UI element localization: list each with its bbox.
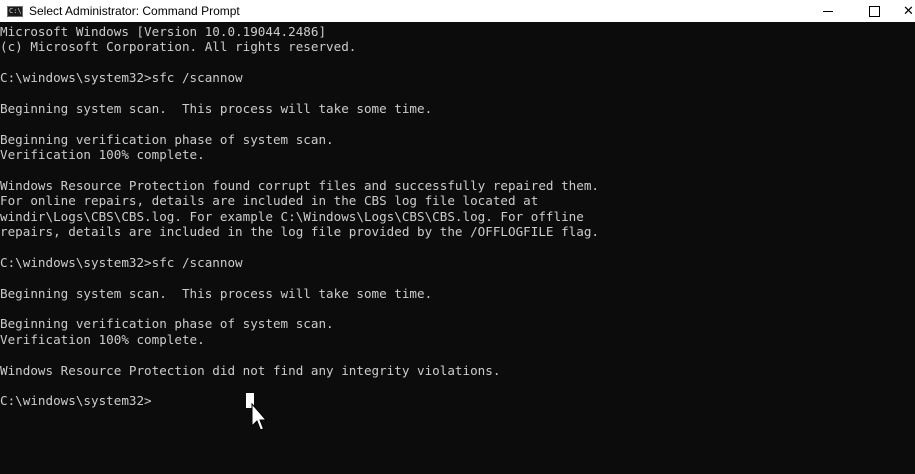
- console-line: Microsoft Windows [Version 10.0.19044.24…: [0, 24, 327, 39]
- console-output[interactable]: Microsoft Windows [Version 10.0.19044.24…: [0, 24, 915, 474]
- console-line: (c) Microsoft Corporation. All rights re…: [0, 39, 357, 55]
- mouse-pointer-icon: [251, 403, 267, 431]
- console-line: repairs, details are included in the log…: [0, 224, 599, 240]
- window-controls: ✕: [805, 0, 915, 22]
- console-line: windir\Logs\CBS\CBS.log. For example C:\…: [0, 208, 584, 224]
- maximize-button[interactable]: [851, 0, 897, 22]
- icon-label: C:\: [9, 6, 22, 15]
- minimize-icon: [823, 10, 833, 12]
- close-button[interactable]: ✕: [897, 0, 915, 22]
- console-line: Verification 100% complete.: [0, 331, 205, 347]
- minimize-button[interactable]: [805, 0, 851, 22]
- command-prompt-window: C:\ Select Administrator: Command Prompt…: [0, 0, 915, 474]
- window-title: Select Administrator: Command Prompt: [29, 4, 240, 18]
- console-line: Beginning system scan. This process will…: [0, 100, 433, 116]
- close-icon: ✕: [903, 3, 914, 19]
- console-line: C:\windows\system32>: [0, 393, 152, 409]
- console-line: Windows Resource Protection found corrup…: [0, 177, 599, 193]
- console-line: C:\windows\system32>sfc /scannow: [0, 70, 243, 86]
- maximize-icon: [868, 5, 880, 17]
- console-line: C:\windows\system32>sfc /scannow: [0, 254, 243, 270]
- title-bar[interactable]: C:\ Select Administrator: Command Prompt…: [0, 0, 915, 22]
- console-line: Windows Resource Protection did not find…: [0, 362, 501, 378]
- console-line: For online repairs, details are included…: [0, 193, 539, 209]
- console-line: Verification 100% complete.: [0, 147, 205, 163]
- command-prompt-icon[interactable]: C:\: [7, 5, 23, 17]
- console-line: Beginning verification phase of system s…: [0, 131, 334, 147]
- console-line: Beginning verification phase of system s…: [0, 316, 334, 332]
- console-line: Beginning system scan. This process will…: [0, 285, 433, 301]
